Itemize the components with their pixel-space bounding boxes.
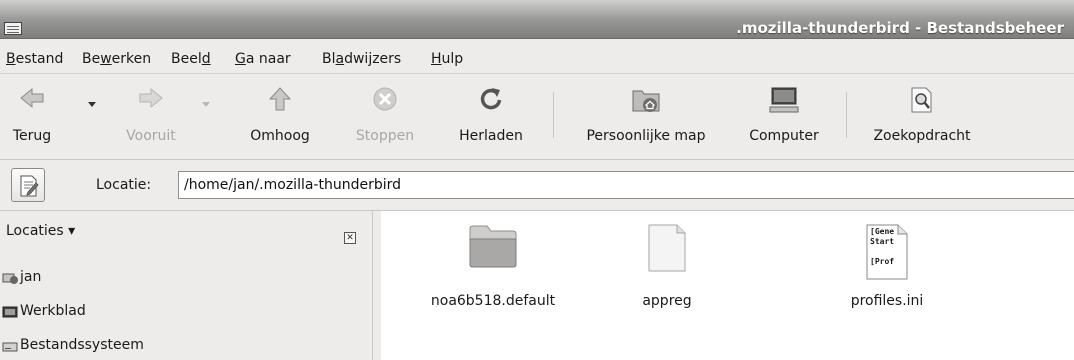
menu-ga-naar[interactable]: Ga naar (235, 51, 291, 67)
up-arrow-icon (268, 86, 292, 116)
forward-button[interactable]: Vooruit (112, 82, 190, 152)
back-label: Terug (12, 128, 52, 144)
file-name: profiles.ini (850, 293, 924, 309)
text-file-icon: [Gene Start [Prof (865, 223, 909, 281)
window-title: .mozilla-thunderbird - Bestandsbeheer (736, 19, 1064, 37)
stop-label: Stoppen (355, 128, 415, 144)
search-button[interactable]: Zoekopdracht (852, 82, 992, 152)
sidebar-close-icon[interactable]: ✕ (344, 232, 356, 244)
reload-label: Herladen (459, 128, 523, 144)
file-item-profiles-ini[interactable]: [Gene Start [Prof profiles.ini (797, 217, 977, 327)
file-name: appreg (642, 293, 692, 309)
location-label: Locatie: (96, 177, 152, 193)
file-view[interactable]: noa6b518.default appreg [Gene Start [Pro… (381, 211, 1074, 360)
search-icon (909, 86, 935, 118)
home-button[interactable]: Persoonlijke map (566, 82, 726, 152)
menu-bestand[interactable]: Bestand (6, 51, 63, 67)
reload-button[interactable]: Herladen (446, 82, 536, 152)
computer-label: Computer (749, 128, 819, 144)
toolbar-separator (846, 92, 847, 138)
home-drive-icon (2, 271, 18, 285)
text-preview-line: [Prof (870, 257, 895, 266)
menubar: Bestand Bewerken Beeld Ga naar Bladwijze… (0, 39, 1074, 74)
location-edit-toggle-button[interactable] (11, 168, 45, 202)
sidebar-item-label: Bestandssysteem (20, 337, 144, 353)
drive-icon (2, 339, 18, 353)
forward-label: Vooruit (126, 128, 176, 144)
location-input[interactable]: /home/jan/.mozilla-thunderbird (178, 171, 1074, 199)
window-titlebar[interactable]: .mozilla-thunderbird - Bestandsbeheer (0, 0, 1074, 39)
reload-icon (478, 86, 504, 116)
edit-text-icon (19, 175, 39, 201)
back-arrow-icon (19, 86, 45, 114)
menu-beeld[interactable]: Beeld (171, 51, 211, 67)
menu-hulp[interactable]: Hulp (431, 51, 463, 67)
folder-icon (468, 223, 518, 273)
toolbar: Terug Vooruit Omhoog Stoppen Herladen Pe… (0, 74, 1074, 160)
home-folder-icon (631, 86, 661, 118)
text-preview-line: [Gene (870, 227, 895, 236)
up-label: Omhoog (250, 128, 310, 144)
toolbar-separator (553, 92, 554, 138)
dropdown-arrow-icon: ▾ (68, 223, 76, 239)
file-item-folder[interactable]: noa6b518.default (403, 217, 583, 327)
up-button[interactable]: Omhoog (238, 82, 322, 152)
home-label: Persoonlijke map (586, 128, 706, 144)
sidebar-item-label: jan (20, 269, 42, 285)
computer-button[interactable]: Computer (736, 82, 832, 152)
menu-bladwijzers[interactable]: Bladwijzers (322, 51, 401, 67)
sidebar-header-label: Locaties (6, 223, 64, 239)
back-history-dropdown-icon[interactable] (88, 102, 96, 107)
sidebar-item-label: Werkblad (20, 303, 86, 319)
window-menu-icon[interactable] (4, 22, 22, 35)
computer-icon (768, 86, 800, 118)
back-button[interactable]: Terug (0, 82, 64, 152)
document-icon (647, 223, 687, 277)
file-name: noa6b518.default (430, 293, 556, 309)
stop-icon (372, 86, 398, 116)
forward-arrow-icon (138, 86, 164, 114)
stop-button[interactable]: Stoppen (344, 82, 426, 152)
location-bar: Locatie: /home/jan/.mozilla-thunderbird (0, 160, 1074, 211)
text-preview-line: Start (870, 237, 895, 246)
search-label: Zoekopdracht (873, 128, 971, 144)
forward-history-dropdown-icon[interactable] (202, 102, 210, 107)
sidebar-places-dropdown[interactable]: Locaties ▾ (6, 223, 75, 239)
sidebar: Locaties ▾ ✕ jan Werkblad Bestandssystee… (0, 211, 373, 360)
file-item-appreg[interactable]: appreg (577, 217, 757, 327)
desktop-icon (2, 305, 18, 319)
menu-bewerken[interactable]: Bewerken (82, 51, 151, 67)
